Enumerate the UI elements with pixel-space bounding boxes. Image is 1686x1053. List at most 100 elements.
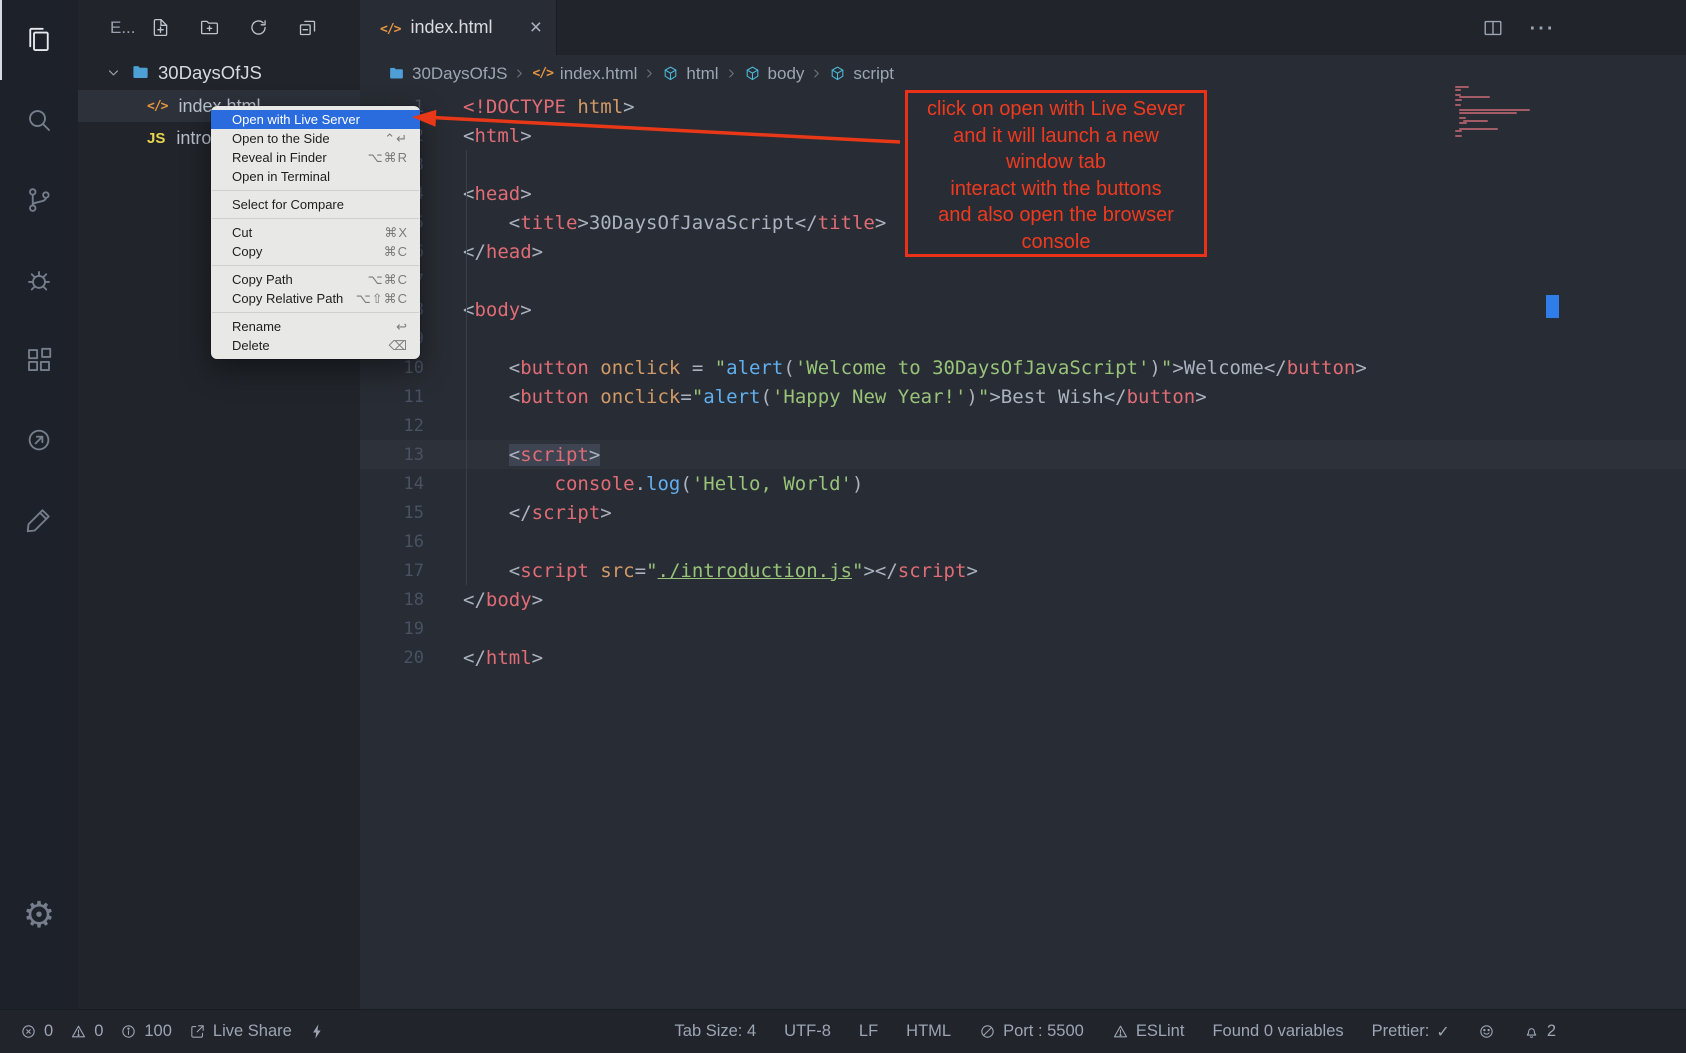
overview-ruler-marker [1546,295,1559,318]
status-bar: 0 0 100 Live Share Tab Size: 4 UTF-8 LF HTML Po… [0,1009,1686,1053]
new-folder-button[interactable] [199,17,220,38]
tab-label: index.html [410,17,492,38]
activity-settings[interactable]: ⚙ [0,875,78,955]
annotation-text-line: window tab [908,149,1204,176]
extensions-icon [24,345,54,375]
code-line-17[interactable]: 17 <script src="./introduction.js"></scr… [360,556,1686,585]
activity-live-share[interactable] [0,400,78,480]
line-number: 11 [360,387,424,407]
context-menu: Open with Live ServerOpen to the Side⌃↵R… [211,106,420,359]
menu-item-delete[interactable]: Delete⌫ [211,336,420,355]
line-content: <button onclick="alert('Happy New Year!'… [463,386,1207,408]
new-file-button[interactable] [150,17,171,38]
close-icon[interactable]: × [530,17,542,38]
status-errors[interactable]: 0 [20,1022,53,1041]
menu-item-cut[interactable]: Cut⌘X [211,223,420,242]
annotation-text-line: interact with the buttons [908,176,1204,203]
minimap-line [1455,104,1461,106]
code-line-8[interactable]: 8<body> [360,295,1686,324]
line-content: <body> [463,299,532,321]
status-eol[interactable]: LF [859,1022,878,1041]
more-actions-button[interactable]: ⋯ [1528,14,1554,41]
code-line-10[interactable]: 10 <button onclick = "alert('Welcome to … [360,353,1686,382]
minimap-line [1459,117,1467,119]
code-line-15[interactable]: 15 </script> [360,498,1686,527]
activity-run-debug[interactable] [0,240,78,320]
activity-search[interactable] [0,80,78,160]
status-variables[interactable]: Found 0 variables [1212,1022,1343,1041]
activity-explorer[interactable] [0,0,78,80]
code-tag-icon: </> [380,22,400,37]
menu-item-open-to-the-side[interactable]: Open to the Side⌃↵ [211,129,420,148]
status-eslint[interactable]: ESLint [1112,1022,1185,1041]
activity-source-control[interactable] [0,160,78,240]
status-tab-size[interactable]: Tab Size: 4 [675,1022,757,1041]
line-content: <button onclick = "alert('Welcome to 30D… [463,357,1367,379]
more-icon: ⋯ [1528,12,1554,42]
split-editor-button[interactable] [1482,17,1504,39]
code-line-18[interactable]: 18</body> [360,585,1686,614]
chevron-right-icon [511,65,528,82]
tree-folder-root[interactable]: 30DaysOfJS [78,55,360,90]
code-line-20[interactable]: 20</html> [360,643,1686,672]
status-info[interactable]: 100 [120,1022,172,1041]
code-line-12[interactable]: 12 [360,411,1686,440]
menu-item-copy[interactable]: Copy⌘C [211,242,420,261]
code-line-14[interactable]: 14 console.log('Hello, World') [360,469,1686,498]
breadcrumb-label: 30DaysOfJS [412,64,507,84]
annotation-text-line: and also open the browser [908,202,1204,229]
breadcrumb-label: html [686,64,718,84]
code-line-11[interactable]: 11 <button onclick="alert('Happy New Yea… [360,382,1686,411]
tab-icon-slot: </> [380,17,400,38]
tab-index-html[interactable]: </> index.html × [360,0,557,55]
status-language-mode[interactable]: HTML [906,1022,951,1041]
breadcrumb-item-html[interactable]: html [662,64,718,84]
code-line-19[interactable]: 19 [360,614,1686,643]
menu-item-copy-path[interactable]: Copy Path⌥⌘C [211,270,420,289]
explorer-header: E... [78,0,360,55]
line-content: <script src="./introduction.js"></script… [463,560,978,582]
status-warnings[interactable]: 0 [70,1022,103,1041]
status-live-share[interactable]: Live Share [189,1022,292,1041]
code-line-7[interactable]: 7 [360,266,1686,295]
menu-item-shortcut: ⌥⌘C [368,272,408,288]
code-line-13[interactable]: 13 <script> [360,440,1686,469]
breadcrumb-item-body[interactable]: body [744,64,805,84]
status-label: 0 [94,1022,103,1041]
menu-item-open-with-live-server[interactable]: Open with Live Server [211,110,420,129]
status-encoding[interactable]: UTF-8 [784,1022,831,1041]
js-icon: JS [147,130,165,147]
status-feedback-smiley[interactable] [1478,1023,1495,1040]
activity-feedback[interactable] [0,480,78,560]
code-line-9[interactable]: 9 [360,324,1686,353]
line-content: <title>30DaysOfJavaScript</title> [463,212,886,234]
status-notifications[interactable]: 2 [1523,1022,1556,1041]
line-content: </html> [463,647,543,669]
status-prettier[interactable]: Prettier: ✓ [1372,1022,1450,1042]
status-label: Tab Size: 4 [675,1022,757,1041]
menu-item-open-in-terminal[interactable]: Open in Terminal [211,167,420,186]
check-icon: ✓ [1436,1022,1449,1042]
breadcrumb-item-script[interactable]: script [829,64,894,84]
status-go-live-bolt[interactable] [309,1023,326,1040]
status-label: Prettier: [1372,1022,1430,1041]
status-port[interactable]: Port : 5500 [979,1022,1084,1041]
line-content: <script> [463,444,600,466]
status-label: 100 [144,1022,172,1041]
collapse-all-button[interactable] [297,17,318,38]
menu-item-shortcut: ⌘C [384,244,408,260]
minimap-line [1455,89,1461,91]
breadcrumb-item-30DaysOfJS[interactable]: 30DaysOfJS [388,64,507,84]
menu-item-reveal-in-finder[interactable]: Reveal in Finder⌥⌘R [211,148,420,167]
minimap[interactable] [1455,86,1545,144]
refresh-button[interactable] [248,17,269,38]
editor-actions: ⋯ [1482,0,1554,55]
menu-item-select-for-compare[interactable]: Select for Compare [211,195,420,214]
menu-item-rename[interactable]: Rename↩ [211,317,420,336]
breadcrumb-item-index.html[interactable]: </>index.html [532,64,637,84]
menu-item-copy-relative-path[interactable]: Copy Relative Path⌥⇧⌘C [211,289,420,308]
activity-extensions[interactable] [0,320,78,400]
bell-icon [1523,1023,1540,1040]
code-line-16[interactable]: 16 [360,527,1686,556]
collapse-icon [297,17,318,38]
